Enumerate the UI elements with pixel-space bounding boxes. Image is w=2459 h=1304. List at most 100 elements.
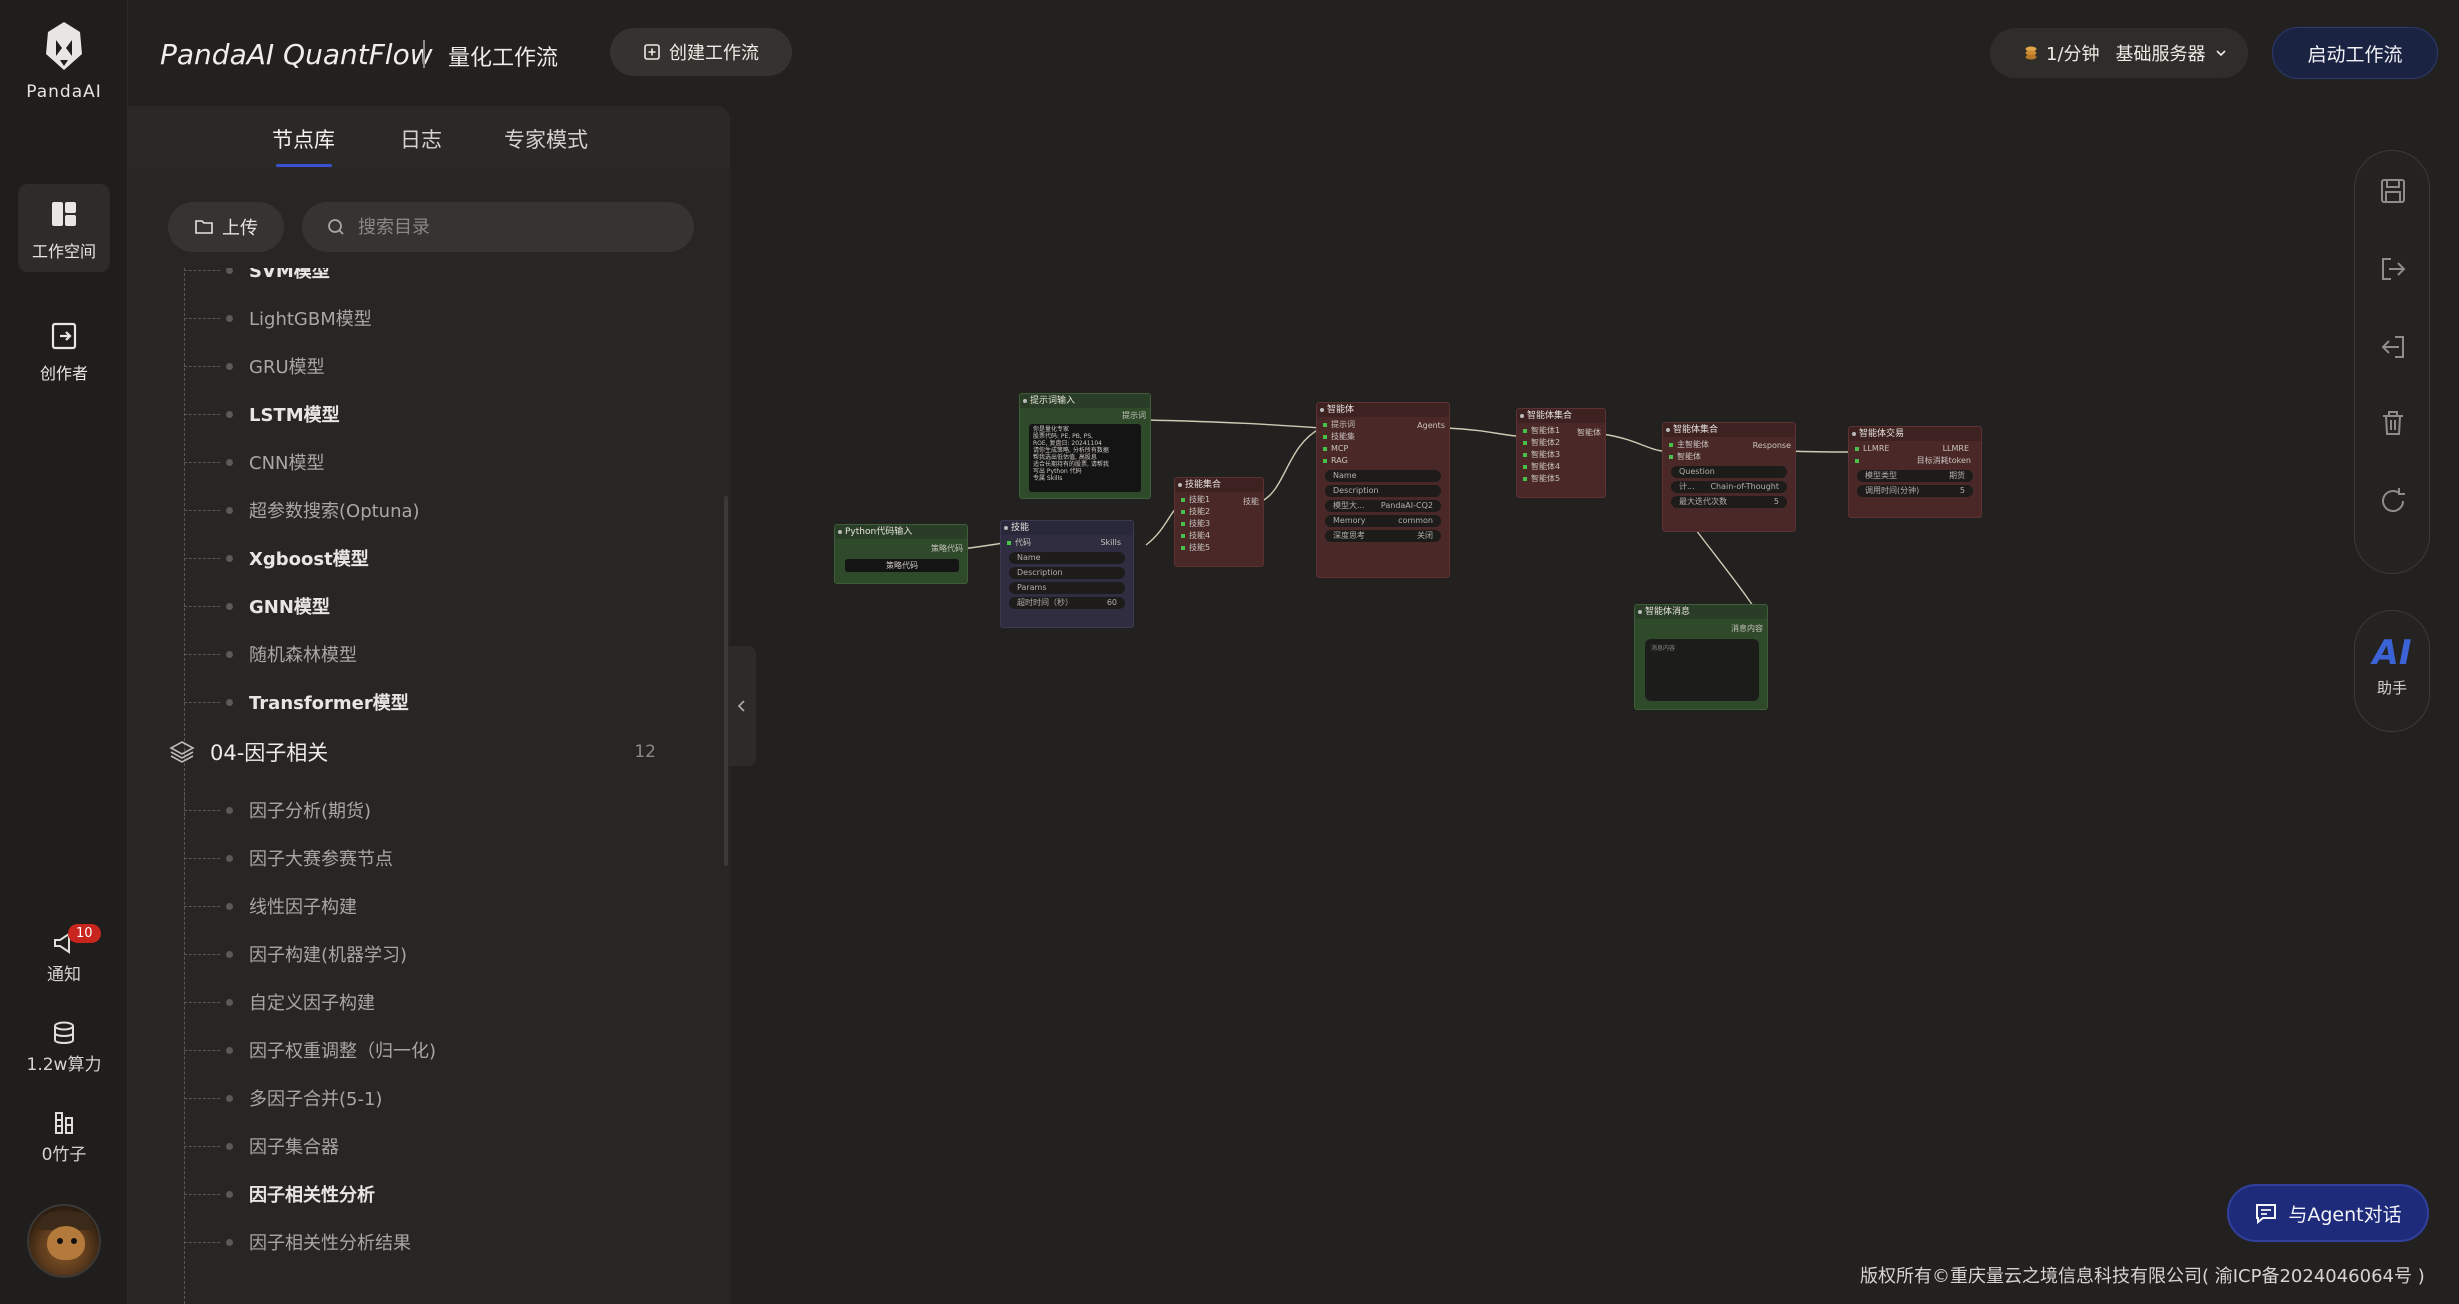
node-stepper[interactable]: 最大迭代次数 5: [1671, 496, 1787, 508]
tab-node-library[interactable]: 节点库: [272, 124, 335, 154]
plus-square-icon: [644, 44, 660, 60]
node-field[interactable]: Question: [1671, 466, 1787, 478]
node-skill[interactable]: 技能 代码 Skills Name Description Params 超时时间…: [1000, 520, 1134, 628]
node-select[interactable]: 模型大... PandaAI-CQ2: [1325, 500, 1441, 512]
canvas-toolbar: [2354, 150, 2430, 574]
node-output-label: 消息内容: [1731, 624, 1763, 633]
tree-item[interactable]: 超参数搜索(Optuna): [184, 486, 704, 534]
node-stepper[interactable]: 超时时间（秒） 60: [1009, 597, 1125, 609]
tab-expert-mode[interactable]: 专家模式: [504, 124, 588, 154]
tree-item[interactable]: 自定义因子构建: [184, 978, 704, 1026]
tree-item[interactable]: 因子大赛参赛节点: [184, 834, 704, 882]
search-input[interactable]: [358, 216, 658, 238]
rail-compute[interactable]: 1.2w算力: [0, 1020, 128, 1075]
catalog-search[interactable]: [302, 202, 694, 252]
node-agent[interactable]: 智能体 Agents 提示词 技能集 MCP RAG Name Descript…: [1316, 402, 1450, 578]
node-title: 智能体: [1317, 403, 1449, 417]
stepper-value: 60: [1106, 598, 1117, 607]
save-icon[interactable]: [2377, 175, 2409, 207]
node-title: 智能体集合: [1517, 409, 1605, 423]
node-agent-trade[interactable]: 智能体交易 LLMRE LLMRE 目标消耗token 模型类型 期货 调用时间(分…: [1848, 426, 1982, 518]
bamboo-icon: [55, 1112, 73, 1134]
tree-item[interactable]: 随机森林模型: [184, 630, 704, 678]
tree-item[interactable]: 因子集合器: [184, 1122, 704, 1170]
rail-creator-label: 创作者: [39, 364, 88, 383]
rail-notify-label: 通知: [47, 965, 81, 985]
collapse-panel-button[interactable]: [728, 646, 756, 766]
creator-icon: [51, 322, 77, 350]
tree-item[interactable]: 因子相关性分析: [184, 1170, 704, 1218]
tree-item[interactable]: 因子构建(机器学习): [184, 930, 704, 978]
node-output-label: 提示词: [1122, 411, 1146, 420]
node-agent-set[interactable]: 智能体集合 智能体 智能体1 智能体2 智能体3 智能体4 智能体5: [1516, 408, 1606, 498]
tree-item[interactable]: GNN模型: [184, 582, 704, 630]
rail-workspace[interactable]: 工作空间: [18, 184, 110, 272]
tree-group-factor[interactable]: 04-因子相关 12: [168, 728, 698, 776]
create-workflow-button[interactable]: 创建工作流: [610, 28, 792, 76]
rail-notify[interactable]: 10 通知: [0, 924, 128, 985]
tree-item[interactable]: 多因子合并(5-1): [184, 1074, 704, 1122]
delete-icon[interactable]: [2377, 407, 2409, 439]
stepper-label: 最大迭代次数: [1679, 497, 1727, 506]
node-select[interactable]: 模型类型 期货: [1857, 470, 1973, 482]
tab-logs[interactable]: 日志: [400, 124, 442, 154]
tree-item-label: Transformer模型: [249, 693, 409, 714]
tree-item[interactable]: Xgboost模型: [184, 534, 704, 582]
server-selector[interactable]: 1/分钟 基础服务器: [1990, 28, 2248, 78]
workspace-icon: [52, 202, 76, 226]
node-stepper[interactable]: 调用时间(分钟) 5: [1857, 485, 1973, 497]
node-select[interactable]: Memory common: [1325, 515, 1441, 527]
node-field[interactable]: Description: [1009, 567, 1125, 579]
select-label: 模型大...: [1333, 501, 1365, 510]
node-select[interactable]: 深度思考 关闭: [1325, 530, 1441, 542]
export-icon[interactable]: [2377, 253, 2409, 285]
tree-item-label: 因子相关性分析: [249, 1185, 375, 1206]
node-field[interactable]: Params: [1009, 582, 1125, 594]
upload-button[interactable]: 上传: [168, 202, 284, 252]
node-field[interactable]: Name: [1009, 552, 1125, 564]
rail-bamboo[interactable]: 0竹子: [0, 1110, 128, 1165]
tree-item[interactable]: CNN模型: [184, 438, 704, 486]
tree-item[interactable]: 因子权重调整（归一化): [184, 1026, 704, 1074]
node-code-button[interactable]: 策略代码: [845, 559, 959, 572]
node-field[interactable]: Description: [1325, 485, 1441, 497]
select-value: 期货: [1949, 471, 1965, 480]
node-prompt-text[interactable]: 你是量化专家 股票代码: PE, PB, PS, ROE, 复盘日: 20241…: [1029, 424, 1141, 492]
stepper-value: 5: [1959, 486, 1965, 495]
node-input: 提示词: [1323, 419, 1441, 431]
node-message-box[interactable]: 消息内容: [1645, 639, 1759, 701]
import-icon[interactable]: [2377, 331, 2409, 363]
node-agent-message[interactable]: 智能体消息 消息内容 消息内容: [1634, 604, 1768, 710]
node-input: 主智能体: [1669, 439, 1787, 451]
workflow-canvas[interactable]: Python代码输入 策略代码 策略代码 提示词输入 提示词 你是量化专家 股票…: [756, 106, 2459, 1304]
node-output: 目标消耗token: [1855, 455, 1973, 467]
agent-chat-button[interactable]: 与Agent对话: [2227, 1184, 2429, 1242]
tree-item[interactable]: LSTM模型: [184, 390, 704, 438]
tree-item[interactable]: Transformer模型: [184, 678, 704, 726]
search-icon: [328, 219, 344, 235]
node-python-input[interactable]: Python代码输入 策略代码 策略代码: [834, 524, 968, 584]
tree-item-label: 因子集合器: [249, 1137, 339, 1158]
start-workflow-button[interactable]: 启动工作流: [2272, 27, 2438, 79]
ai-assistant-button[interactable]: AI 助手: [2354, 610, 2430, 732]
tree-item[interactable]: LightGBM模型: [184, 294, 704, 342]
coin-stack-icon: [2025, 46, 2037, 60]
refresh-icon[interactable]: [2377, 485, 2409, 517]
tree-item-label: LightGBM模型: [249, 309, 372, 330]
user-avatar[interactable]: [27, 1204, 101, 1278]
node-field[interactable]: Name: [1325, 470, 1441, 482]
node-select[interactable]: 计... Chain-of-Thought: [1671, 481, 1787, 493]
node-agent-team[interactable]: 智能体集合 Response 主智能体 智能体 Question 计... Cha…: [1662, 422, 1796, 532]
rail-creator[interactable]: 创作者: [18, 306, 110, 394]
tree-item[interactable]: 因子分析(期货): [184, 786, 704, 834]
node-input-label: 代码: [1015, 538, 1031, 547]
tree-item[interactable]: GRU模型: [184, 342, 704, 390]
brand-logo[interactable]: PandaAI: [0, 18, 128, 102]
node-skill-set[interactable]: 技能集合 技能 技能1 技能2 技能3 技能4 技能5: [1174, 477, 1264, 567]
node-tree: SVM模型 LightGBM模型 GRU模型 LSTM模型 CNN模型 超参数搜…: [128, 268, 718, 1304]
node-prompt-input[interactable]: 提示词输入 提示词 你是量化专家 股票代码: PE, PB, PS, ROE, …: [1019, 393, 1151, 499]
tree-item[interactable]: 线性因子构建: [184, 882, 704, 930]
notify-badge: 10: [68, 924, 101, 943]
tree-item[interactable]: 因子相关性分析结果: [184, 1218, 704, 1266]
tree-item[interactable]: SVM模型: [184, 268, 704, 294]
